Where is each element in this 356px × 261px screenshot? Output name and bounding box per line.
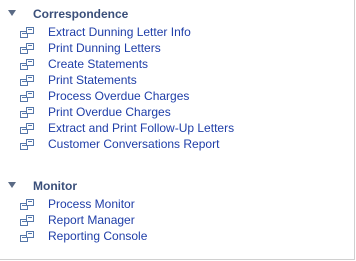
section-header-monitor[interactable]: Monitor [0, 179, 300, 195]
component-link-icon [20, 107, 34, 118]
navigation-panel: Correspondence Extract Dunning Letter In… [0, 0, 355, 260]
component-link-icon [20, 75, 34, 86]
component-link-icon [20, 27, 34, 38]
component-link-icon [20, 91, 34, 102]
section-header-correspondence[interactable]: Correspondence [0, 7, 300, 23]
expanded-triangle-icon[interactable] [8, 182, 16, 188]
menu-item-label[interactable]: Create Statements [48, 57, 148, 72]
menu-item-label[interactable]: Process Overdue Charges [48, 89, 189, 104]
component-link-icon [20, 139, 34, 150]
component-link-icon [20, 43, 34, 54]
component-link-icon [20, 215, 34, 226]
component-link-icon [20, 199, 34, 210]
section-title: Monitor [33, 179, 77, 193]
menu-item-label[interactable]: Process Monitor [48, 197, 135, 212]
menu-item-report-manager[interactable]: Report Manager [20, 213, 340, 229]
menu-item-label[interactable]: Extract and Print Follow-Up Letters [48, 121, 234, 136]
menu-item-process-monitor[interactable]: Process Monitor [20, 197, 340, 213]
menu-item-print-dunning-letters[interactable]: Print Dunning Letters [20, 41, 340, 57]
menu-item-label[interactable]: Customer Conversations Report [48, 137, 219, 152]
menu-item-extract-dunning-letter-info[interactable]: Extract Dunning Letter Info [20, 25, 340, 41]
menu-item-customer-conversations-report[interactable]: Customer Conversations Report [20, 137, 340, 153]
expanded-triangle-icon[interactable] [8, 10, 16, 16]
section-title: Correspondence [33, 7, 129, 21]
menu-item-process-overdue-charges[interactable]: Process Overdue Charges [20, 89, 340, 105]
menu-item-label[interactable]: Extract Dunning Letter Info [48, 25, 191, 40]
menu-item-reporting-console[interactable]: Reporting Console [20, 229, 340, 245]
menu-item-label[interactable]: Reporting Console [48, 229, 147, 244]
menu-item-label[interactable]: Print Dunning Letters [48, 41, 161, 56]
menu-item-label[interactable]: Print Statements [48, 73, 137, 88]
menu-item-label[interactable]: Print Overdue Charges [48, 105, 171, 120]
component-link-icon [20, 123, 34, 134]
menu-item-label[interactable]: Report Manager [48, 213, 135, 228]
menu-item-create-statements[interactable]: Create Statements [20, 57, 340, 73]
menu-item-print-overdue-charges[interactable]: Print Overdue Charges [20, 105, 340, 121]
menu-item-extract-and-print-follow-up-letters[interactable]: Extract and Print Follow-Up Letters [20, 121, 340, 137]
menu-item-print-statements[interactable]: Print Statements [20, 73, 340, 89]
component-link-icon [20, 231, 34, 242]
component-link-icon [20, 59, 34, 70]
